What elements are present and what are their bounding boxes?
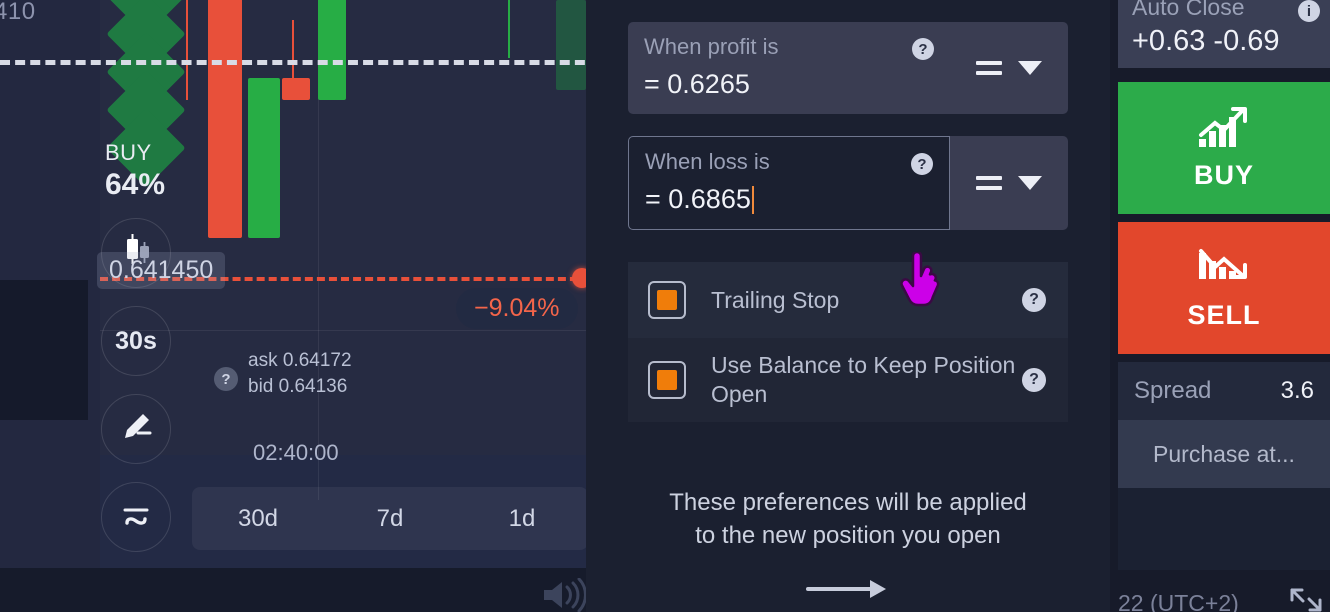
- equals-icon: [976, 176, 1002, 190]
- use-balance-checkbox[interactable]: [648, 361, 686, 399]
- loss-condition-row: When loss is = 0.6865 ?: [628, 136, 1068, 230]
- buy-sentiment-label: BUY: [105, 140, 152, 165]
- buy-sentiment-value: 64%: [105, 168, 166, 201]
- purchase-at-label: Purchase at...: [1153, 440, 1295, 467]
- sell-button[interactable]: SELL: [1118, 222, 1330, 354]
- current-price-tag: 0.641450: [97, 252, 226, 289]
- profit-label: When profit is: [644, 34, 779, 59]
- spread-row: Spread 3.6: [1118, 362, 1330, 420]
- utc-time-label: 22 (UTC+2): [1118, 590, 1239, 612]
- order-panel: Auto Close i +0.63 -0.69 BUY SELL Spread…: [1110, 0, 1330, 612]
- fullscreen-icon[interactable]: [1288, 588, 1324, 612]
- loss-value-text: = 0.6865: [645, 184, 751, 214]
- price-chart-area[interactable]: 410 BUY 64% 30s 0.641450 −9.04% ? ask 0.…: [0, 0, 600, 612]
- undo-icon: [117, 496, 155, 539]
- price-level-line: [0, 60, 600, 65]
- buy-button[interactable]: BUY: [1118, 82, 1330, 214]
- undo-tool-button[interactable]: [101, 482, 171, 552]
- profit-condition-row: When profit is = 0.6265 ?: [628, 22, 1068, 114]
- profit-value: = 0.6265: [644, 69, 750, 99]
- timeframe-option-30d[interactable]: 30d: [192, 505, 324, 533]
- profit-help-icon[interactable]: ?: [912, 38, 934, 60]
- equals-icon: [976, 61, 1002, 75]
- timeframe-selector[interactable]: 30d 7d 1d: [192, 487, 588, 550]
- profit-operator-dropdown[interactable]: [950, 22, 1068, 114]
- trailing-stop-option[interactable]: Trailing Stop ?: [628, 262, 1068, 338]
- pnl-percentage-badge: −9.04%: [456, 288, 578, 329]
- loss-label: When loss is: [645, 149, 770, 174]
- note-line-2: to the new position you open: [695, 522, 1001, 549]
- pencil-icon: [118, 409, 154, 450]
- auto-close-title: Auto Close: [1132, 0, 1245, 20]
- auto-close-header[interactable]: Auto Close i +0.63 -0.69: [1118, 0, 1330, 68]
- profit-input[interactable]: When profit is = 0.6265 ?: [628, 22, 950, 114]
- panel-bottom-strip: [1118, 488, 1330, 570]
- chart-bottom-toolbar: [0, 568, 600, 612]
- loss-value: = 0.6865: [645, 184, 933, 215]
- chart-gridline-horizontal: [100, 330, 600, 331]
- chart-help-icon[interactable]: ?: [214, 367, 238, 391]
- use-balance-label: Use Balance to Keep Position Open: [711, 352, 1016, 407]
- volume-icon[interactable]: [540, 577, 592, 612]
- loss-help-icon[interactable]: ?: [911, 153, 933, 175]
- ask-bid-quotes: ask 0.64172 bid 0.64136: [248, 348, 352, 400]
- pointer-hand-cursor: [898, 250, 948, 313]
- timeframe-option-1d[interactable]: 1d: [456, 505, 588, 533]
- price-axis-label: 410: [0, 0, 36, 25]
- preferences-note: These preferences will be applied to the…: [608, 486, 1088, 552]
- draw-tool-button[interactable]: [101, 394, 171, 464]
- info-icon[interactable]: i: [1298, 0, 1320, 22]
- spread-value: 3.6: [1280, 377, 1314, 404]
- auto-close-values: +0.63 -0.69: [1132, 25, 1280, 57]
- spread-label: Spread: [1134, 377, 1212, 404]
- use-balance-option[interactable]: Use Balance to Keep Position Open ?: [628, 338, 1068, 422]
- trailing-stop-help-icon[interactable]: ?: [1022, 288, 1046, 312]
- trend-up-icon: [1197, 105, 1251, 154]
- next-arrow-button[interactable]: [806, 578, 890, 600]
- purchase-at-button[interactable]: Purchase at...: [1118, 420, 1330, 488]
- ask-quote: ask 0.64172: [248, 350, 352, 371]
- trailing-stop-checkbox[interactable]: [648, 281, 686, 319]
- note-line-1: These preferences will be applied: [669, 489, 1027, 516]
- bid-quote: bid 0.64136: [248, 376, 348, 397]
- use-balance-help-icon[interactable]: ?: [1022, 368, 1046, 392]
- chevron-down-icon: [1018, 61, 1042, 75]
- chevron-down-icon: [1018, 176, 1042, 190]
- trading-app-screen: 410 BUY 64% 30s 0.641450 −9.04% ? ask 0.…: [0, 0, 1330, 612]
- timeframe-button[interactable]: 30s: [101, 306, 171, 376]
- timeframe-option-7d[interactable]: 7d: [324, 505, 456, 533]
- trend-down-icon: [1197, 245, 1251, 294]
- chart-time-label: 02:40:00: [253, 440, 339, 465]
- buy-percentage-indicator: BUY 64%: [105, 140, 165, 202]
- chart-dark-overlay-block: [0, 280, 88, 420]
- text-caret: [751, 185, 754, 214]
- loss-input[interactable]: When loss is = 0.6865 ?: [628, 136, 950, 230]
- buy-button-label: BUY: [1193, 160, 1254, 190]
- loss-operator-dropdown[interactable]: [950, 136, 1068, 230]
- trailing-stop-label: Trailing Stop: [711, 286, 840, 313]
- sell-button-label: SELL: [1187, 300, 1261, 330]
